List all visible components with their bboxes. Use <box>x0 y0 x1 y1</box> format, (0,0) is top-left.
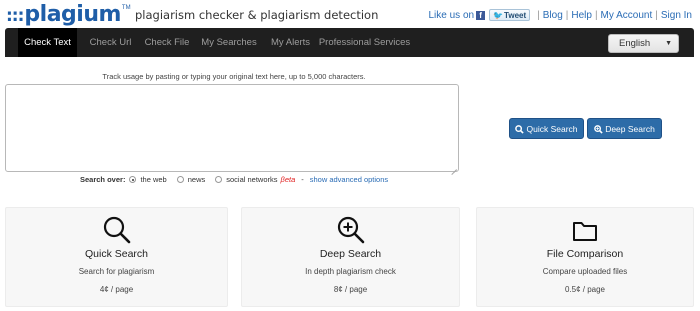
twitter-bird-icon: 🐦 <box>493 10 504 20</box>
language-value: English <box>619 38 651 49</box>
dash-separator: - <box>301 175 304 184</box>
resize-handle[interactable] <box>451 164 457 170</box>
search-icon <box>515 125 525 134</box>
facebook-icon[interactable]: f <box>476 10 486 20</box>
card-description: In depth plagiarism check <box>305 267 396 276</box>
card-price: 0.5¢ / page <box>564 285 606 294</box>
option-news-label: news <box>187 175 206 184</box>
tab-my-searches[interactable]: My Searches <box>198 28 260 57</box>
option-web-label: the web <box>140 175 167 184</box>
deep-search-card[interactable]: Deep Search In depth plagiarism check 8¢… <box>241 207 460 307</box>
magnifier-plus-icon <box>336 215 366 250</box>
logo-text: plagium <box>24 2 121 27</box>
card-title: Quick Search <box>84 248 149 260</box>
deep-search-button[interactable]: Deep Search <box>587 118 662 139</box>
input-hint: Track usage by pasting or typing your or… <box>102 72 366 81</box>
file-comparison-card[interactable]: File Comparison Compare uploaded files 0… <box>476 207 694 307</box>
card-description: Search for plagiarism <box>78 267 155 276</box>
deep-search-label: Deep Search <box>605 124 655 134</box>
quick-search-card[interactable]: Quick Search Search for plagiarism 4¢ / … <box>5 207 228 307</box>
radio-social-networks[interactable] <box>215 176 223 183</box>
card-description: Compare uploaded files <box>542 267 628 276</box>
separator: | <box>655 9 658 21</box>
separator: | <box>594 9 598 21</box>
tab-my-alerts[interactable]: My Alerts <box>265 28 316 57</box>
header: ::: plagium TM plagiarism checker & plag… <box>0 0 700 28</box>
card-price: 4¢ / page <box>99 285 134 294</box>
text-input[interactable] <box>5 84 459 172</box>
beta-badge: βeta <box>280 175 296 184</box>
card-title: File Comparison <box>546 248 624 260</box>
top-links: Like us on f 🐦 Tweet | Blog | Help | My … <box>428 9 692 21</box>
option-social-label: social networks <box>226 175 278 184</box>
tweet-label: Tweet <box>504 10 527 20</box>
card-price: 8¢ / page <box>333 285 368 294</box>
search-over-label: Search over: <box>80 175 126 184</box>
quick-search-label: Quick Search <box>526 124 578 134</box>
plagium-logo[interactable]: ::: plagium TM <box>6 2 131 27</box>
zoom-in-icon <box>594 125 603 134</box>
like-us-link[interactable]: Like us on <box>428 10 474 21</box>
separator: | <box>565 9 569 21</box>
caret-down-icon: ▼ <box>665 40 672 47</box>
advanced-options-link[interactable]: show advanced options <box>310 175 388 184</box>
separator: | <box>537 9 540 21</box>
radio-news[interactable] <box>176 176 184 183</box>
folder-icon <box>570 215 600 250</box>
my-account-link[interactable]: My Account <box>601 10 653 21</box>
sign-in-link[interactable]: Sign In <box>661 10 692 21</box>
tweet-button[interactable]: 🐦 Tweet <box>489 9 531 21</box>
tab-check-file[interactable]: Check File <box>139 28 195 57</box>
quick-search-button[interactable]: Quick Search <box>509 118 584 139</box>
tagline: plagiarism checker & plagiarism detectio… <box>135 8 379 22</box>
tab-check-url[interactable]: Check Url <box>85 28 136 57</box>
tab-professional-services[interactable]: Professional Services <box>318 28 411 57</box>
blog-link[interactable]: Blog <box>543 10 563 21</box>
card-title: Deep Search <box>319 248 382 260</box>
radio-web[interactable] <box>129 176 137 183</box>
main-nav: Check Text Check Url Check File My Searc… <box>5 28 694 57</box>
magnifier-icon <box>102 215 132 250</box>
tab-check-text[interactable]: Check Text <box>18 28 77 57</box>
language-select[interactable]: English ▼ <box>608 34 679 53</box>
search-over-options: Search over: the web news social network… <box>80 175 388 184</box>
logo-dots: ::: <box>6 6 24 26</box>
logo-trademark: TM <box>121 5 131 11</box>
help-link[interactable]: Help <box>571 10 592 21</box>
